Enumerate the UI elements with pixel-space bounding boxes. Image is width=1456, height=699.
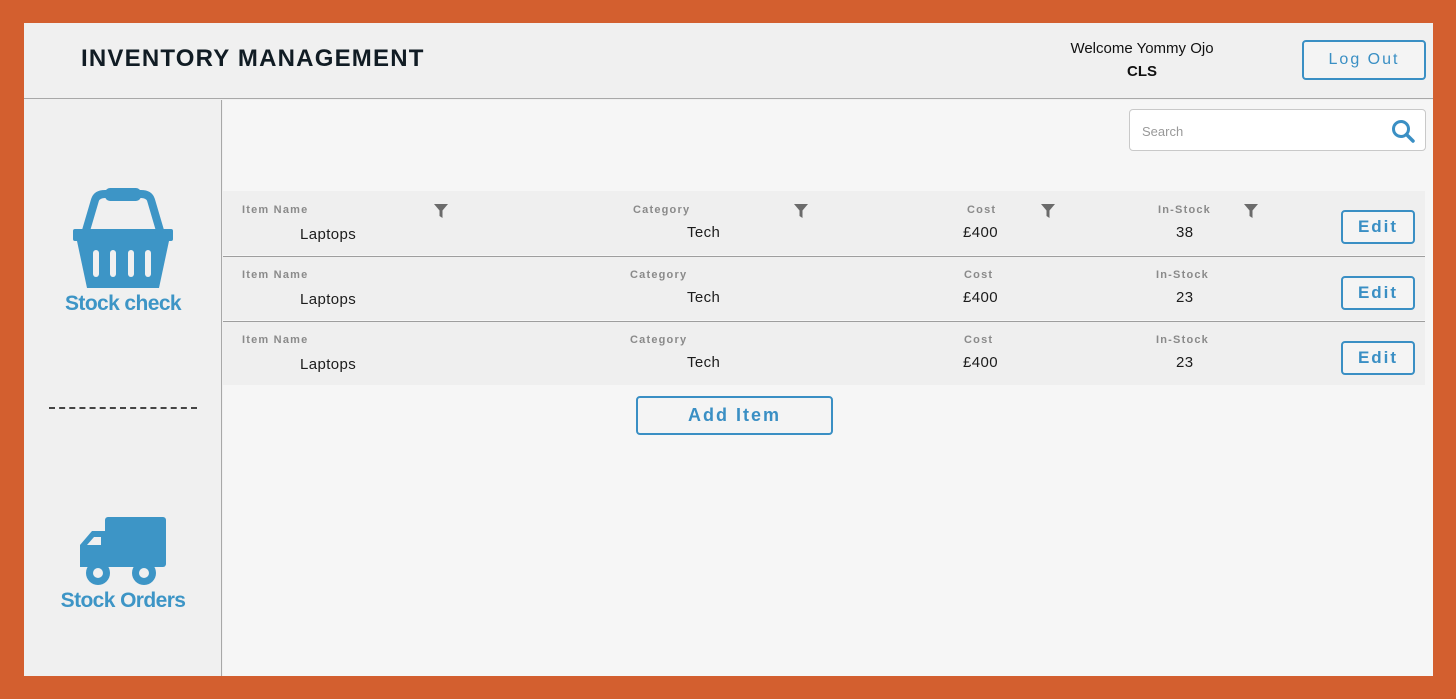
- welcome-text: Welcome Yommy Ojo: [1070, 40, 1214, 57]
- sidebar-item-stock-orders[interactable]: Stock Orders: [24, 515, 222, 613]
- sidebar-item-label: Stock check: [65, 292, 182, 315]
- filter-icon[interactable]: [794, 204, 808, 218]
- main-content: Item Name Category Cost In-Stock Laptops…: [223, 100, 1433, 676]
- truck-icon: [80, 517, 166, 585]
- sidebar-item-label: Stock Orders: [60, 589, 186, 612]
- header-bar: INVENTORY MANAGEMENT Welcome Yommy Ojo C…: [24, 23, 1433, 99]
- sidebar-item-stock-check[interactable]: Stock check: [24, 186, 222, 316]
- column-label-cost: Cost: [964, 334, 994, 346]
- edit-button[interactable]: Edit: [1341, 210, 1415, 244]
- search-icon[interactable]: [1391, 119, 1415, 143]
- stock-value: 38: [1176, 224, 1194, 241]
- app-window: INVENTORY MANAGEMENT Welcome Yommy Ojo C…: [24, 23, 1433, 676]
- column-label-in-stock: In-Stock: [1156, 334, 1209, 346]
- item-name-value: Laptops: [300, 291, 357, 308]
- column-label-category: Category: [630, 334, 688, 346]
- cost-value: £400: [963, 354, 998, 371]
- column-label-cost: Cost: [967, 204, 997, 216]
- item-name-value: Laptops: [300, 356, 357, 373]
- column-label-item-name: Item Name: [242, 334, 309, 346]
- cost-value: £400: [963, 224, 998, 241]
- column-label-in-stock: In-Stock: [1158, 204, 1211, 216]
- category-value: Tech: [687, 289, 721, 306]
- edit-button[interactable]: Edit: [1341, 341, 1415, 375]
- search-box: [1129, 109, 1426, 151]
- column-label-item-name: Item Name: [242, 269, 309, 281]
- filter-icon[interactable]: [1244, 204, 1258, 218]
- basket-icon: [73, 188, 173, 288]
- category-value: Tech: [687, 354, 721, 371]
- item-name-value: Laptops: [300, 226, 357, 243]
- stock-value: 23: [1176, 289, 1194, 306]
- category-value: Tech: [687, 224, 721, 241]
- table-row: Item Name Category Cost In-Stock Laptops…: [223, 256, 1425, 320]
- logout-button[interactable]: Log Out: [1302, 40, 1426, 80]
- add-item-button[interactable]: Add Item: [636, 396, 833, 435]
- column-label-item-name: Item Name: [242, 204, 309, 216]
- column-label-in-stock: In-Stock: [1156, 269, 1209, 281]
- edit-button[interactable]: Edit: [1341, 276, 1415, 310]
- filter-icon[interactable]: [434, 204, 448, 218]
- app-title: INVENTORY MANAGEMENT: [81, 45, 425, 72]
- cost-value: £400: [963, 289, 998, 306]
- search-input[interactable]: [1142, 120, 1382, 142]
- sidebar: Stock check Stock Orders: [24, 100, 222, 676]
- column-label-cost: Cost: [964, 269, 994, 281]
- sidebar-divider: [49, 407, 197, 409]
- filter-icon[interactable]: [1041, 204, 1055, 218]
- table-row: Item Name Category Cost In-Stock Laptops…: [223, 191, 1425, 255]
- column-label-category: Category: [633, 204, 691, 216]
- organization-name: CLS: [1127, 63, 1157, 80]
- stock-value: 23: [1176, 354, 1194, 371]
- table-row: Item Name Category Cost In-Stock Laptops…: [223, 321, 1425, 385]
- column-label-category: Category: [630, 269, 688, 281]
